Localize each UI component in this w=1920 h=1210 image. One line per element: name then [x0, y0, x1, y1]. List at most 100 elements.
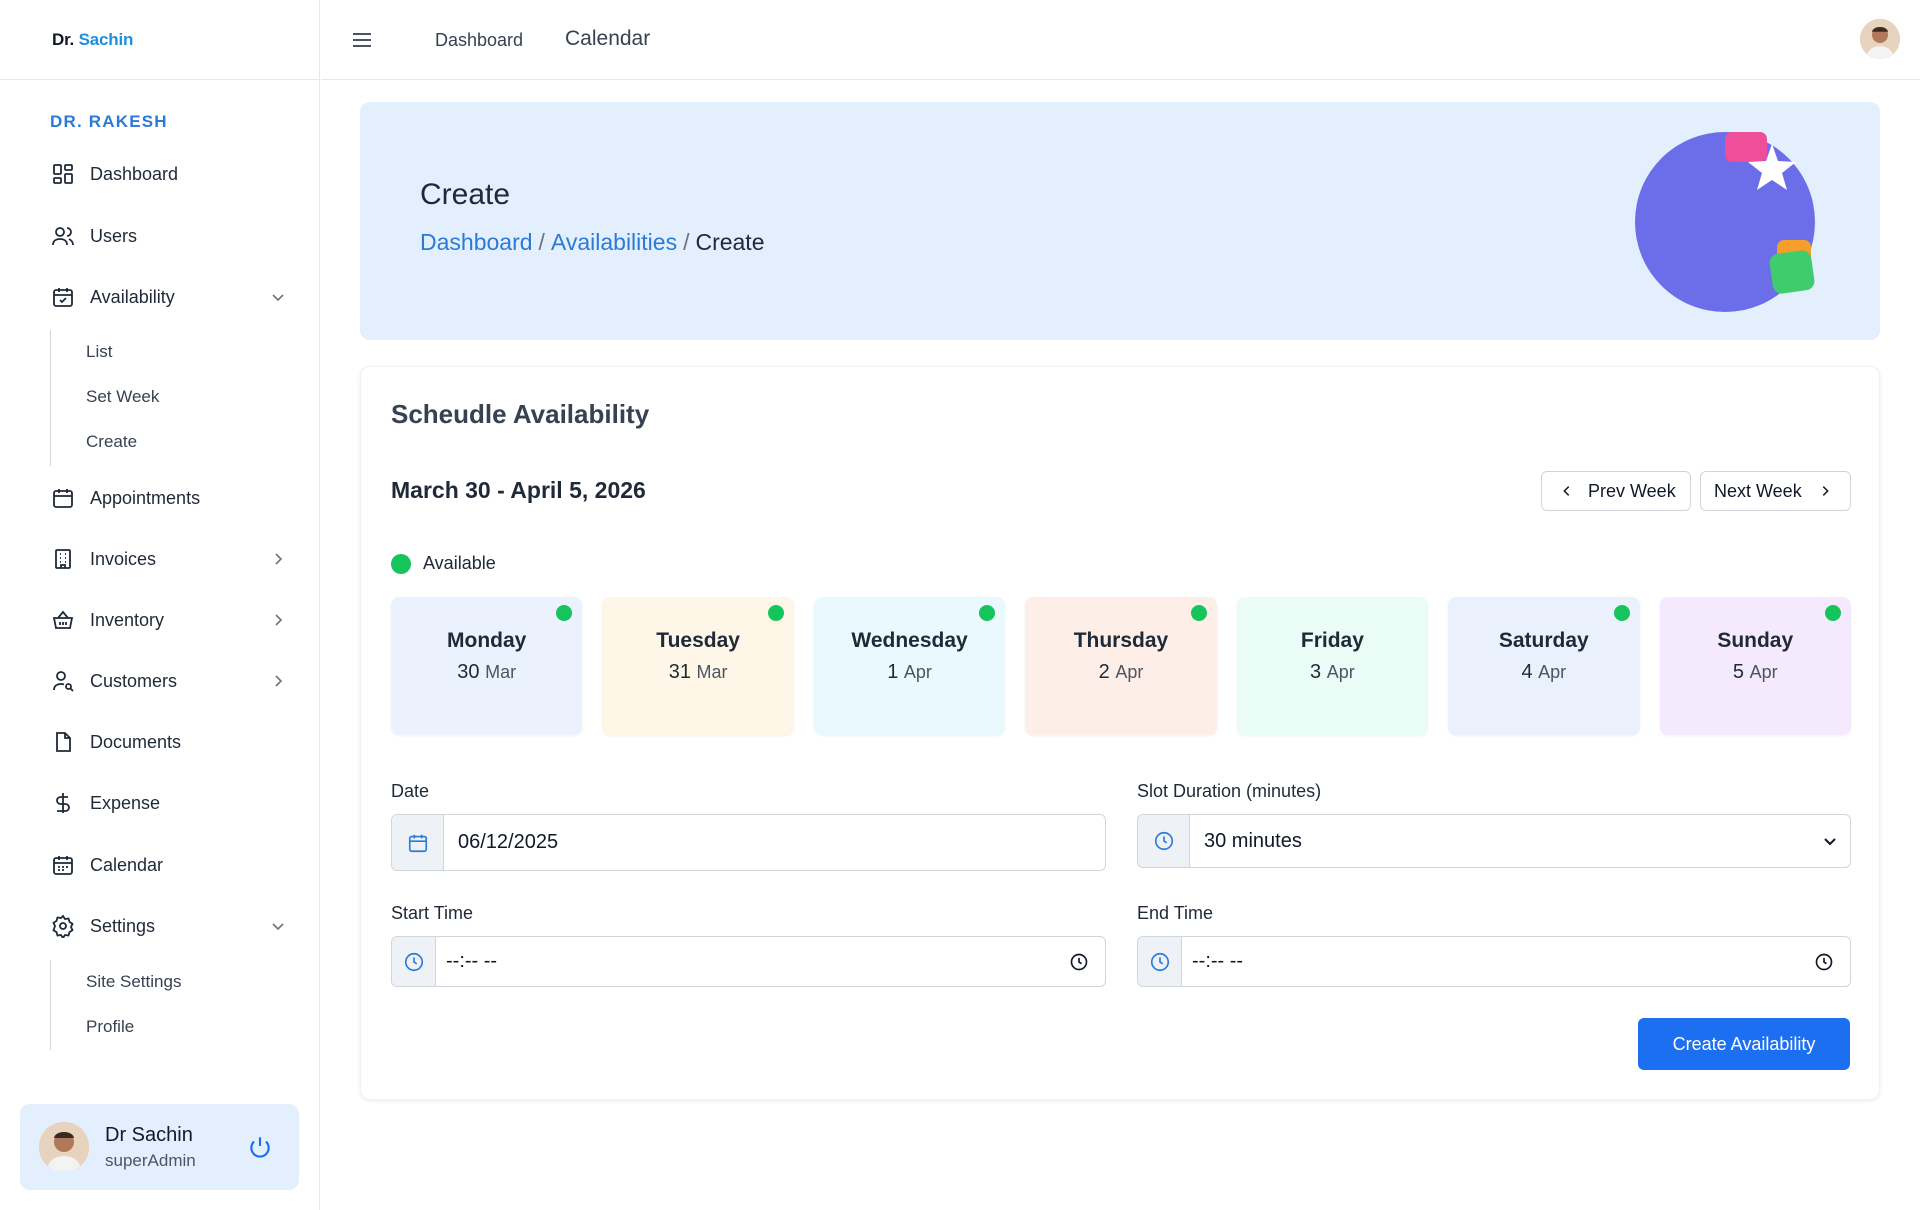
user-card: Dr Sachin superAdmin [20, 1104, 299, 1190]
sidebar-subitem-profile[interactable]: Profile [86, 1017, 134, 1037]
gear-icon [50, 913, 76, 939]
topbar-link-dashboard[interactable]: Dashboard [435, 30, 523, 51]
calendar-grid-icon [50, 852, 76, 878]
day-month: Apr [1115, 662, 1144, 682]
date-field[interactable]: 06/12/2025 [391, 814, 1106, 871]
day-card[interactable]: Monday 30 Mar [391, 597, 583, 735]
page-title: Create [420, 178, 511, 211]
day-name: Saturday [1498, 629, 1589, 652]
sidebar-item-calendar[interactable]: Calendar [50, 845, 286, 885]
chevron-down-icon [272, 294, 284, 302]
user-meta: Dr Sachin superAdmin [105, 1124, 196, 1171]
day-name: Friday [1300, 629, 1364, 652]
sidebar-subitem-create[interactable]: Create [86, 432, 137, 452]
day-card[interactable]: Thursday 2 Apr [1025, 597, 1217, 735]
create-availability-button[interactable]: Create Availability [1638, 1018, 1850, 1070]
hero-illustration [1635, 132, 1815, 312]
start-time-value: --:-- -- [446, 950, 498, 972]
day-number: 30 [457, 661, 480, 683]
sidebar-role-label: DR. RAKESH [50, 112, 168, 131]
time-picker-icon[interactable] [1069, 952, 1089, 972]
breadcrumb-current: Create [695, 229, 765, 255]
start-time-addon [392, 937, 436, 986]
sidebar-item-label: Inventory [90, 609, 165, 630]
sidebar-item-invoices[interactable]: Invoices [50, 539, 286, 579]
day-name: Tuesday [656, 629, 740, 652]
sidebar-item-availability[interactable]: Availability [50, 277, 286, 317]
start-time-label: Start Time [391, 903, 474, 923]
sidebar-item-appointments[interactable]: Appointments [50, 478, 286, 518]
day-card[interactable]: Wednesday 1 Apr [813, 597, 1006, 735]
time-picker-icon[interactable] [1814, 952, 1834, 972]
day-number: 31 [668, 661, 691, 683]
sidebar-item-users[interactable]: Users [50, 216, 286, 256]
day-card[interactable]: Tuesday 31 Mar [602, 597, 794, 735]
topbar-link-calendar[interactable]: Calendar [565, 27, 650, 51]
day-name: Sunday [1717, 629, 1794, 652]
available-dot-icon [979, 605, 996, 621]
avatar[interactable] [1860, 19, 1900, 59]
chevron-right-icon [275, 614, 283, 626]
user-name: Dr Sachin [105, 1123, 193, 1146]
sidebar-subitem-list[interactable]: List [86, 342, 112, 362]
breadcrumb: Dashboard / Availabilities / Create [420, 229, 765, 256]
menu-icon[interactable] [351, 30, 373, 50]
prev-week-button[interactable]: Prev Week [1541, 471, 1691, 511]
day-month: Mar [485, 662, 517, 682]
sidebar-item-settings[interactable]: Settings [50, 906, 286, 946]
available-dot-icon [767, 605, 784, 621]
page-header: Create Dashboard / Availabilities / Create [360, 102, 1880, 340]
breadcrumb-separator: / [683, 229, 690, 255]
sidebar-item-label: Appointments [90, 487, 201, 508]
avatar[interactable] [39, 1122, 89, 1172]
submenu-rail [50, 960, 51, 1050]
submenu-rail [50, 330, 51, 466]
day-number: 4 [1521, 661, 1533, 683]
day-card[interactable]: Friday 3 Apr [1236, 597, 1429, 735]
dashboard-icon [50, 161, 76, 187]
power-icon[interactable] [247, 1134, 273, 1160]
available-dot-icon [1824, 605, 1841, 621]
sidebar-item-label: Invoices [90, 548, 157, 569]
available-dot-icon [1613, 605, 1630, 621]
breadcrumb-link-availabilities[interactable]: Availabilities [551, 229, 677, 255]
day-card[interactable]: Saturday 4 Apr [1448, 597, 1640, 735]
day-name: Monday [447, 629, 527, 652]
slot-duration-select[interactable]: 30 minutes [1137, 814, 1851, 868]
day-number: 5 [1732, 661, 1745, 683]
end-time-field[interactable]: --:-- -- [1137, 936, 1851, 987]
next-week-button[interactable]: Next Week [1700, 471, 1851, 511]
chevron-right-icon [275, 553, 283, 565]
day-number: 2 [1098, 661, 1110, 683]
end-time-addon [1138, 937, 1182, 986]
sidebar-subitem-site-settings[interactable]: Site Settings [86, 972, 181, 992]
clock-icon [1154, 831, 1173, 851]
calendar-icon [50, 485, 76, 511]
clock-icon [1150, 952, 1169, 971]
basket-icon [50, 607, 76, 633]
day-number: 3 [1310, 661, 1322, 683]
legend-label: Available [423, 553, 496, 573]
breadcrumb-link-dashboard[interactable]: Dashboard [420, 229, 533, 255]
date-value: 06/12/2025 [458, 831, 559, 853]
sidebar-item-expense[interactable]: Expense [50, 783, 286, 823]
sidebar-item-documents[interactable]: Documents [50, 722, 286, 762]
brand-logo[interactable]: Dr. Sachin [52, 30, 133, 50]
sidebar-subitem-set-week[interactable]: Set Week [86, 387, 159, 407]
day-card[interactable]: Sunday 5 Apr [1659, 597, 1851, 735]
sidebar-item-inventory[interactable]: Inventory [50, 600, 286, 640]
day-name: Thursday [1073, 629, 1169, 652]
dollar-icon [50, 790, 76, 816]
day-date: 2 Apr [1025, 661, 1216, 684]
sidebar-item-dashboard[interactable]: Dashboard [50, 154, 286, 194]
week-range: March 30 - April 5, 2026 [391, 477, 646, 503]
chevron-right-icon [1822, 486, 1829, 496]
start-time-field[interactable]: --:-- -- [391, 936, 1106, 987]
sidebar-item-customers[interactable]: Customers [50, 661, 286, 701]
end-time-label: End Time [1137, 903, 1214, 923]
sidebar-item-label: Dashboard [90, 163, 179, 184]
slot-duration-addon [1138, 815, 1190, 867]
week-days: Monday 30 Mar Tuesday 31 Mar Wednesday 1 Apr T… [391, 597, 1851, 735]
chevron-down-icon [272, 923, 284, 931]
slot-duration-value: 30 minutes [1204, 829, 1302, 852]
